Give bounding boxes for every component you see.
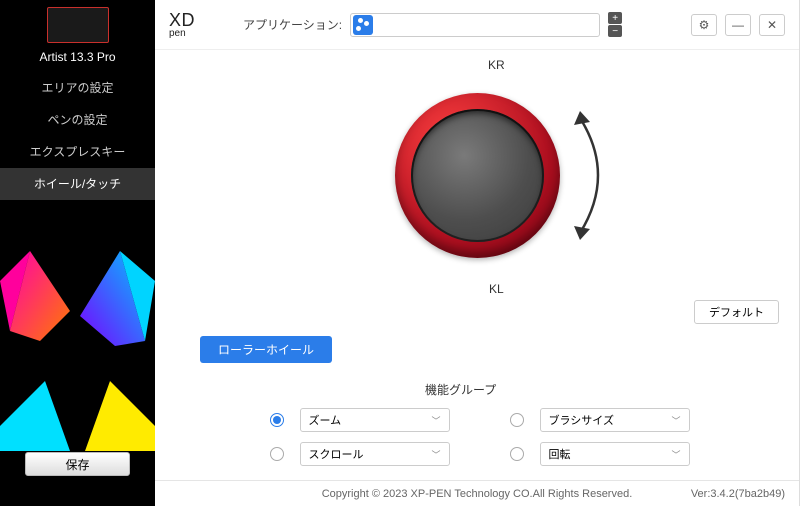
combo-zoom[interactable]: ズーム ﹀ [300,408,450,432]
radio-brush[interactable] [510,413,524,427]
app-add-remove: + − [608,12,622,37]
rotation-arrows-icon [570,108,620,243]
sidebar-decoration [0,251,155,451]
add-app-button[interactable]: + [608,12,622,24]
sidebar-item-area[interactable]: エリアの設定 [0,72,155,104]
function-group-title: 機能グループ [425,381,759,398]
sidebar-nav: エリアの設定 ペンの設定 エクスプレスキー ホイール/タッチ [0,72,155,200]
minimize-icon: — [732,18,744,32]
combo-scroll[interactable]: スクロール ﹀ [300,442,450,466]
copyright-text: Copyright © 2023 XP-PEN Technology CO.Al… [322,488,633,500]
gear-icon: ⚙ [699,18,710,32]
combo-brush-label: ブラシサイズ [549,412,614,428]
combo-rotate[interactable]: 回転 ﹀ [540,442,690,466]
footer: Copyright © 2023 XP-PEN Technology CO.Al… [155,480,799,506]
wheel-graphic [395,93,560,258]
close-button[interactable]: ✕ [759,14,785,36]
sidebar: Artist 13.3 Pro エリアの設定 ペンの設定 エクスプレスキー ホイ… [0,0,155,506]
chevron-down-icon: ﹀ [431,414,440,427]
save-button[interactable]: 保存 [25,452,130,476]
device-preview [0,0,155,50]
tab-roller-wheel[interactable]: ローラーホイール [200,336,332,363]
default-button[interactable]: デフォルト [694,300,779,324]
xp-pen-logo: XD pen [169,11,195,39]
radio-zoom[interactable] [270,413,284,427]
function-grid: ズーム ﹀ ブラシサイズ ﹀ スクロール ﹀ 回転 ﹀ [200,408,759,466]
kl-label: KL [489,282,504,296]
chevron-down-icon: ﹀ [431,448,440,461]
wheel-stage: KR KL [155,50,799,300]
main-panel: XD pen アプリケーション: + − ⚙ — ✕ KR KL デフォルト [155,0,800,506]
sidebar-item-pen[interactable]: ペンの設定 [0,104,155,136]
combo-scroll-label: スクロール [309,446,364,462]
remove-app-button[interactable]: − [608,25,622,37]
tab-row: ローラーホイール [155,336,799,363]
radio-scroll[interactable] [270,447,284,461]
device-thumbnail [47,7,109,43]
sidebar-item-wheel[interactable]: ホイール/タッチ [0,168,155,200]
settings-button[interactable]: ⚙ [691,14,717,36]
version-text: Ver:3.4.2(7ba2b49) [691,488,785,500]
topbar: XD pen アプリケーション: + − ⚙ — ✕ [155,0,799,50]
sidebar-item-express[interactable]: エクスプレスキー [0,136,155,168]
function-group-section: 機能グループ ズーム ﹀ ブラシサイズ ﹀ スクロール ﹀ 回転 ﹀ [155,363,799,466]
kr-label: KR [488,58,505,72]
application-selector[interactable] [350,13,600,37]
combo-brush[interactable]: ブラシサイズ ﹀ [540,408,690,432]
close-icon: ✕ [767,18,777,32]
radio-rotate[interactable] [510,447,524,461]
red-ring-icon [395,93,560,258]
combo-rotate-label: 回転 [549,446,571,462]
app-all-icon [353,15,373,35]
chevron-down-icon: ﹀ [671,448,680,461]
device-title: Artist 13.3 Pro [0,50,155,72]
chevron-down-icon: ﹀ [671,414,680,427]
logo-bottom: pen [169,29,195,39]
logo-top: XD [169,11,195,29]
combo-zoom-label: ズーム [309,412,342,428]
application-label: アプリケーション: [243,16,342,33]
minimize-button[interactable]: — [725,14,751,36]
